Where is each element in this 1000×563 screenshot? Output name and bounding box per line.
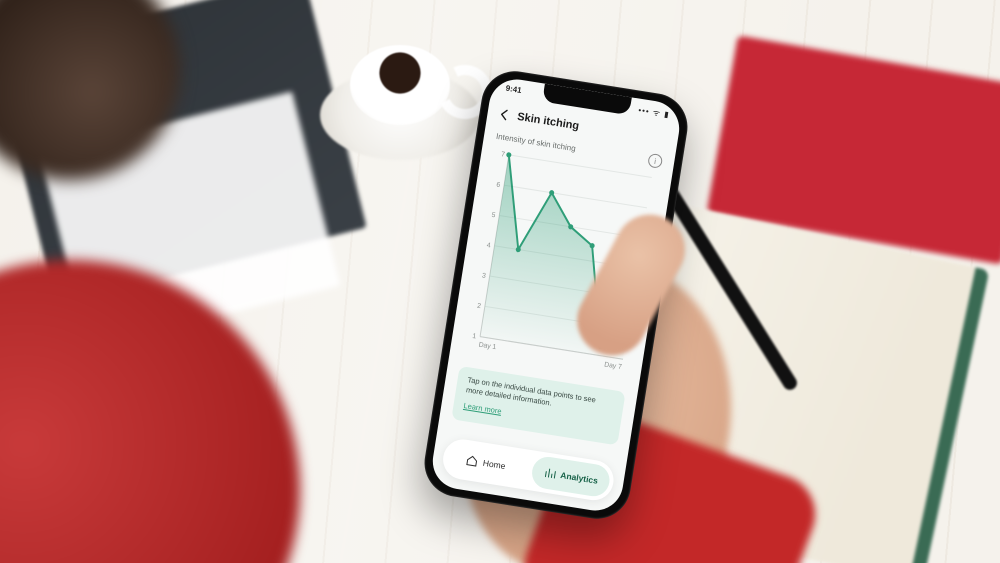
coffee-cup [320,30,480,150]
tab-home-label: Home [482,458,506,471]
analytics-icon [543,466,557,480]
tab-analytics[interactable]: Analytics [530,455,612,499]
home-icon [465,454,479,468]
status-indicators: ••• ᯤ ▮ [638,105,671,121]
svg-text:Day 1: Day 1 [478,341,497,351]
svg-text:1: 1 [472,333,477,341]
chart-point[interactable] [506,152,512,158]
svg-text:6: 6 [496,181,501,189]
svg-text:4: 4 [486,242,491,250]
svg-text:Day 7: Day 7 [604,361,623,371]
tip-learn-more-link[interactable]: Learn more [463,401,502,416]
tab-home[interactable]: Home [445,441,527,485]
tab-analytics-label: Analytics [560,470,599,486]
svg-text:2: 2 [477,303,482,311]
back-icon[interactable] [497,107,513,123]
svg-text:3: 3 [481,272,486,280]
status-time: 9:41 [505,84,522,95]
page-title: Skin itching [516,111,579,133]
svg-text:7: 7 [501,151,506,159]
svg-text:5: 5 [491,212,496,220]
info-icon[interactable]: i [647,153,663,169]
scene-photo: 9:41 ••• ᯤ ▮ Skin itching Intensity of s… [0,0,1000,563]
